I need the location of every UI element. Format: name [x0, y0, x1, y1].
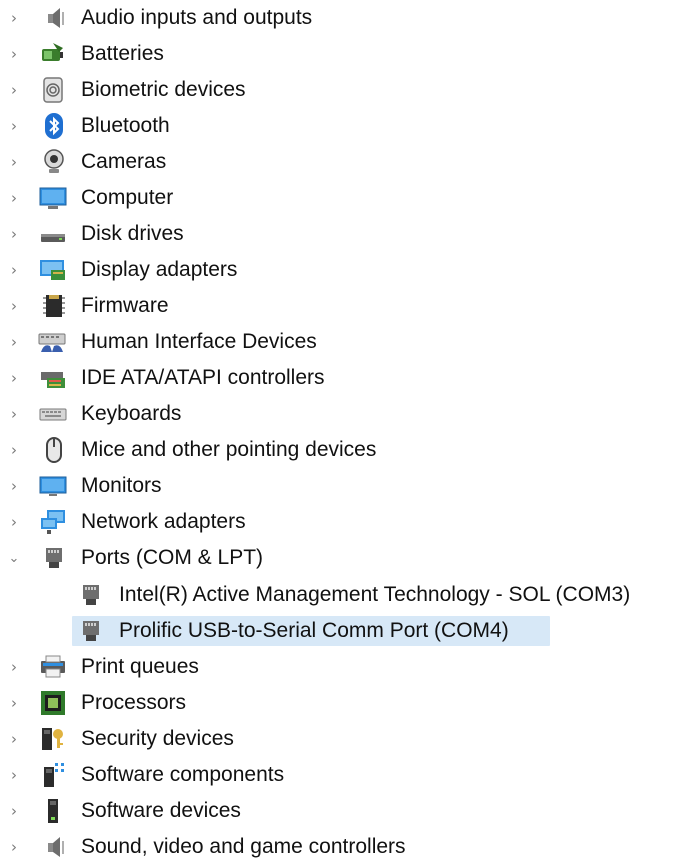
tree-item-ports[interactable]: ⌄ Ports (COM & LPT) — [0, 541, 682, 575]
tree-item-processors[interactable]: › Processors — [0, 686, 682, 720]
monitor-icon — [38, 471, 68, 501]
tree-item-computer[interactable]: › Computer — [0, 181, 682, 215]
tree-child-intel-amt-sol[interactable]: Intel(R) Active Management Technology - … — [0, 578, 682, 612]
port-icon — [39, 543, 69, 573]
tree-item-security-devices[interactable]: › Security devices — [0, 722, 682, 756]
tree-item-keyboards[interactable]: › Keyboards — [0, 397, 682, 431]
security-key-icon — [38, 724, 68, 754]
tree-item-label: IDE ATA/ATAPI controllers — [81, 366, 325, 389]
tree-item-label: Print queues — [81, 655, 199, 678]
tree-item-ide[interactable]: › IDE ATA/ATAPI controllers — [0, 361, 682, 395]
chevron-right-icon[interactable]: › — [7, 505, 21, 539]
chevron-right-icon[interactable]: › — [7, 830, 21, 864]
port-icon — [76, 616, 106, 646]
speaker-icon — [40, 3, 70, 33]
chevron-right-icon[interactable]: › — [7, 325, 21, 359]
device-tree: › Audio inputs and outputs › Batteries ›… — [0, 0, 682, 867]
chevron-right-icon[interactable]: › — [7, 73, 21, 107]
chevron-right-icon[interactable]: › — [7, 361, 21, 395]
tree-item-batteries[interactable]: › Batteries — [0, 37, 682, 71]
chevron-right-icon[interactable]: › — [7, 686, 21, 720]
ide-controller-icon — [38, 363, 68, 393]
processor-icon — [38, 688, 68, 718]
chevron-right-icon[interactable]: › — [7, 181, 21, 215]
tree-item-software-components[interactable]: › Software components — [0, 758, 682, 792]
tree-item-label: Prolific USB-to-Serial Comm Port (COM4) — [119, 619, 509, 642]
tree-item-mice[interactable]: › Mice and other pointing devices — [0, 433, 682, 467]
tree-item-label: Software devices — [81, 799, 241, 822]
chevron-right-icon[interactable]: › — [7, 758, 21, 792]
tree-item-label: Display adapters — [81, 258, 238, 281]
hid-icon — [37, 327, 67, 357]
chevron-down-icon[interactable]: ⌄ — [7, 541, 21, 575]
tree-item-label: Disk drives — [81, 222, 184, 245]
network-adapter-icon — [38, 507, 68, 537]
software-device-icon — [38, 796, 68, 826]
tree-item-sound-video[interactable]: › Sound, video and game controllers — [0, 830, 682, 864]
tree-item-label: Ports (COM & LPT) — [81, 546, 264, 569]
tree-item-label: Mice and other pointing devices — [81, 438, 377, 461]
tree-item-label: Keyboards — [81, 402, 182, 425]
tree-item-label: Batteries — [81, 42, 164, 65]
tree-item-monitors[interactable]: › Monitors — [0, 469, 682, 503]
chevron-right-icon[interactable]: › — [7, 37, 21, 71]
tree-item-label: Human Interface Devices — [81, 330, 317, 353]
disk-drive-icon — [38, 219, 68, 249]
tree-item-label: Sound, video and game controllers — [81, 835, 406, 858]
display-adapter-icon — [38, 255, 68, 285]
tree-item-label: Intel(R) Active Management Technology - … — [119, 583, 631, 606]
tree-item-print-queues[interactable]: › Print queues — [0, 650, 682, 684]
tree-item-label: Monitors — [81, 474, 162, 497]
chevron-right-icon[interactable]: › — [7, 722, 21, 756]
tree-item-label: Firmware — [81, 294, 169, 317]
printer-icon — [38, 652, 68, 682]
tree-child-prolific-com4[interactable]: Prolific USB-to-Serial Comm Port (COM4) — [0, 614, 682, 648]
chevron-right-icon[interactable]: › — [7, 253, 21, 287]
tree-item-label: Software components — [81, 763, 285, 786]
webcam-icon — [39, 147, 69, 177]
chevron-right-icon[interactable]: › — [7, 145, 21, 179]
tree-item-network[interactable]: › Network adapters — [0, 505, 682, 539]
chevron-right-icon[interactable]: › — [7, 794, 21, 828]
port-icon — [76, 580, 106, 610]
tree-item-hid[interactable]: › Human Interface Devices — [0, 325, 682, 359]
tree-item-label: Biometric devices — [81, 78, 246, 101]
speaker-icon — [40, 832, 70, 862]
fingerprint-icon — [38, 75, 68, 105]
bluetooth-icon — [39, 111, 69, 141]
mouse-icon — [39, 435, 69, 465]
chevron-right-icon[interactable]: › — [7, 1, 21, 35]
tree-item-firmware[interactable]: › Firmware — [0, 289, 682, 323]
tree-item-cameras[interactable]: › Cameras — [0, 145, 682, 179]
tree-item-audio[interactable]: › Audio inputs and outputs — [0, 1, 682, 35]
tree-item-label: Processors — [81, 691, 187, 714]
keyboard-icon — [38, 399, 68, 429]
chevron-right-icon[interactable]: › — [7, 433, 21, 467]
chevron-right-icon[interactable]: › — [7, 109, 21, 143]
chevron-right-icon[interactable]: › — [7, 469, 21, 503]
tree-item-display-adapters[interactable]: › Display adapters — [0, 253, 682, 287]
tree-item-label: Network adapters — [81, 510, 246, 533]
software-component-icon — [38, 760, 68, 790]
tree-item-disk-drives[interactable]: › Disk drives — [0, 217, 682, 251]
tree-item-label: Cameras — [81, 150, 167, 173]
battery-icon — [38, 39, 68, 69]
chip-icon — [39, 291, 69, 321]
tree-item-label: Computer — [81, 186, 174, 209]
tree-item-label: Security devices — [81, 727, 234, 750]
tree-item-label: Audio inputs and outputs — [81, 6, 313, 29]
tree-item-software-devices[interactable]: › Software devices — [0, 794, 682, 828]
chevron-right-icon[interactable]: › — [7, 650, 21, 684]
tree-item-biometric[interactable]: › Biometric devices — [0, 73, 682, 107]
chevron-right-icon[interactable]: › — [7, 217, 21, 251]
tree-item-bluetooth[interactable]: › Bluetooth — [0, 109, 682, 143]
tree-item-label: Bluetooth — [81, 114, 170, 137]
chevron-right-icon[interactable]: › — [7, 397, 21, 431]
chevron-right-icon[interactable]: › — [7, 289, 21, 323]
monitor-icon — [38, 183, 68, 213]
